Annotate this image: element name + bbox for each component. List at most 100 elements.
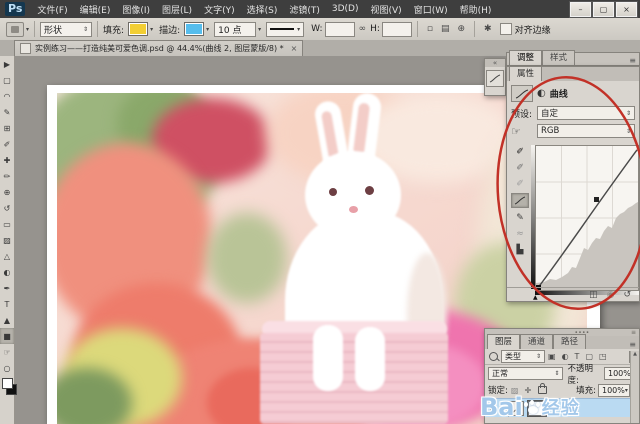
maximize-button[interactable]: ▢ xyxy=(593,2,614,17)
tab-channels[interactable]: 通道 xyxy=(520,334,553,349)
document-tab[interactable]: 实例练习——打造纯美可爱色调.psd @ 44.4%(曲线 2, 图层蒙版/8)… xyxy=(14,40,303,56)
visibility-eye-icon[interactable]: ◉ xyxy=(607,290,615,300)
tab-properties[interactable]: 属性 xyxy=(509,66,542,81)
path-alignment-icon[interactable]: ▤ xyxy=(441,24,450,34)
curve-control-point[interactable] xyxy=(594,197,599,202)
tool-preset-icon[interactable] xyxy=(6,22,24,37)
white-point-eyedropper-icon[interactable]: ✐ xyxy=(512,177,528,190)
rectangle-tool[interactable]: ■ xyxy=(0,328,14,344)
minimize-button[interactable]: – xyxy=(570,2,591,17)
eyedropper-tool[interactable]: ✐ xyxy=(0,136,14,152)
gear-icon[interactable]: ✱ xyxy=(484,24,492,34)
tab-styles[interactable]: 样式 xyxy=(542,50,575,65)
properties-tab-strip: 属性 xyxy=(507,67,639,81)
reset-icon[interactable]: ↺ xyxy=(623,290,631,300)
filter-kind-select[interactable]: 类型 ⇕ xyxy=(501,350,545,363)
menu-layer[interactable]: 图层(L) xyxy=(156,3,198,16)
panel-menu-icon[interactable]: ≡ xyxy=(631,329,636,336)
menu-window[interactable]: 窗口(W) xyxy=(408,3,454,16)
stroke-width-dropdown-icon[interactable]: ▾ xyxy=(258,26,261,33)
path-selection-tool[interactable]: ▲ xyxy=(0,312,14,328)
menu-help[interactable]: 帮助(H) xyxy=(454,3,498,16)
history-brush-tool[interactable]: ↺ xyxy=(0,200,14,216)
panel-menu-icon[interactable]: ≡ xyxy=(629,340,636,349)
stroke-width-value: 10 点 xyxy=(218,23,241,36)
document-close-icon[interactable]: × xyxy=(291,44,298,53)
filter-smart-object-icon[interactable]: ◳ xyxy=(599,352,607,361)
eraser-tool[interactable]: ▭ xyxy=(0,216,14,232)
brush-tool[interactable]: ✏ xyxy=(0,168,14,184)
lasso-tool[interactable]: ◠ xyxy=(0,88,14,104)
targeted-adjustment-icon[interactable]: ☞ xyxy=(511,125,537,138)
clip-to-layer-icon[interactable]: ◫ xyxy=(589,290,598,300)
histogram-clip-icon[interactable]: ▙ xyxy=(512,243,528,256)
divider xyxy=(34,21,35,37)
blur-tool[interactable]: △ xyxy=(0,248,14,264)
zoom-tool[interactable]: ○ xyxy=(0,360,14,376)
rabbit-nose xyxy=(349,206,358,213)
tab-layers[interactable]: 图层 xyxy=(487,334,520,349)
blend-mode-select[interactable]: 正常 ⇕ xyxy=(488,367,563,380)
preset-select[interactable]: 自定 ⇕ xyxy=(537,106,635,120)
tab-adjustments[interactable]: 调整 xyxy=(509,50,542,65)
link-dimensions-icon[interactable]: ∞ xyxy=(359,24,367,34)
tab-paths[interactable]: 路径 xyxy=(553,334,586,349)
height-input[interactable] xyxy=(382,22,412,37)
rabbit-paw xyxy=(313,325,343,391)
gray-point-eyedropper-icon[interactable]: ✐ xyxy=(512,161,528,174)
smooth-curve-icon[interactable]: ≈ xyxy=(512,227,528,240)
menu-edit[interactable]: 编辑(E) xyxy=(74,3,117,16)
hand-tool[interactable]: ☞ xyxy=(0,344,14,360)
curves-icon xyxy=(514,196,526,205)
fill-color-swatch[interactable] xyxy=(128,22,148,36)
stroke-width-input[interactable]: 10 点 xyxy=(214,22,256,37)
draw-curve-pencil-icon[interactable]: ✎ xyxy=(512,211,528,224)
collapse-chevron-icon[interactable]: « xyxy=(485,59,505,67)
align-edges-checkbox[interactable] xyxy=(500,23,512,35)
black-point-eyedropper-icon[interactable]: ✐ xyxy=(512,145,528,158)
type-tool[interactable]: T xyxy=(0,296,14,312)
crop-tool[interactable]: ⊞ xyxy=(0,120,14,136)
curve-editor[interactable] xyxy=(535,145,639,291)
filter-type-icon[interactable]: T xyxy=(575,352,580,361)
quick-selection-tool[interactable]: ✎ xyxy=(0,104,14,120)
gradient-tool[interactable]: ▨ xyxy=(0,232,14,248)
panel-menu-icon[interactable]: ≡ xyxy=(629,56,636,65)
menu-file[interactable]: 文件(F) xyxy=(31,3,73,16)
stroke-color-swatch[interactable] xyxy=(184,22,204,36)
edit-points-icon[interactable] xyxy=(511,193,529,208)
filter-kind-value: 类型 xyxy=(505,351,521,362)
menu-3d[interactable]: 3D(D) xyxy=(326,4,365,14)
move-tool[interactable]: ▶ xyxy=(0,56,14,72)
stroke-dropdown-icon[interactable]: ▾ xyxy=(206,26,209,33)
foreground-color-swatch[interactable] xyxy=(2,378,13,389)
tool-mode-select[interactable]: 形状 ⇕ xyxy=(40,22,92,37)
scroll-up-icon[interactable]: ▲ xyxy=(633,351,637,357)
watermark-text: Bai xyxy=(480,393,523,421)
menu-select[interactable]: 选择(S) xyxy=(241,3,284,16)
path-operations-icon[interactable]: ▫ xyxy=(427,24,433,34)
curves-icon xyxy=(489,74,501,83)
menu-view[interactable]: 视图(V) xyxy=(365,3,408,16)
menu-filter[interactable]: 滤镜(T) xyxy=(283,3,326,16)
filter-shape-icon[interactable]: ▢ xyxy=(585,352,593,361)
pen-tool[interactable]: ✒ xyxy=(0,280,14,296)
adjustments-panel-icon[interactable] xyxy=(486,70,504,87)
close-button[interactable]: × xyxy=(616,2,637,17)
collapsed-panel[interactable]: « xyxy=(484,58,506,96)
filter-adjustment-icon[interactable]: ◐ xyxy=(562,352,569,361)
marquee-tool[interactable]: ▢ xyxy=(0,72,14,88)
channel-select[interactable]: RGB ⇕ xyxy=(537,124,635,138)
menu-image[interactable]: 图像(I) xyxy=(116,3,156,16)
healing-brush-tool[interactable]: ✚ xyxy=(0,152,14,168)
path-arrangement-icon[interactable]: ⊕ xyxy=(458,24,466,34)
height-label: H: xyxy=(370,24,380,34)
menu-type[interactable]: 文字(Y) xyxy=(198,3,241,16)
tool-preset-dropdown-icon[interactable]: ▾ xyxy=(26,26,29,33)
clone-stamp-tool[interactable]: ⊕ xyxy=(0,184,14,200)
width-input[interactable] xyxy=(325,22,355,37)
stroke-type-select[interactable]: ▾ xyxy=(266,22,304,37)
dodge-tool[interactable]: ◐ xyxy=(0,264,14,280)
fill-dropdown-icon[interactable]: ▾ xyxy=(150,26,153,33)
filter-pixel-icon[interactable]: ▣ xyxy=(548,352,556,361)
